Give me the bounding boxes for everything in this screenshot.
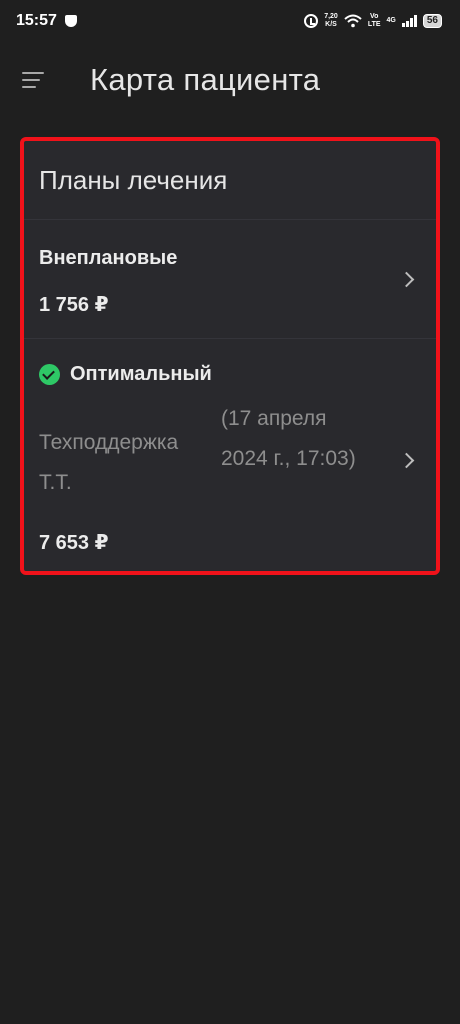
- page-title: Карта пациента: [90, 62, 321, 97]
- status-left: 15:57: [16, 12, 77, 30]
- shield-icon: [64, 15, 77, 27]
- network-type: 4G: [386, 17, 396, 24]
- plan-price: 7 653 ₽: [39, 532, 109, 554]
- plan-item-unplanned[interactable]: Внеплановые 1 756 ₽: [24, 220, 436, 339]
- volte-indicator: Vo LTE: [368, 13, 381, 29]
- app-bar: Карта пациента: [0, 42, 460, 118]
- plan-item-optimal[interactable]: Оптимальный Техподдержка Т.Т. (17 апреля…: [24, 339, 436, 571]
- signal-icon: [401, 15, 417, 27]
- menu-icon[interactable]: [14, 60, 54, 100]
- volte-bottom: LTE: [367, 21, 381, 28]
- net-speed: 7,20 K/S: [324, 13, 338, 29]
- plan-date: (17 апреля 2024 г., 17:03): [221, 407, 356, 470]
- treatment-plans-card: Планы лечения Внеплановые 1 756 ₽ Оптима…: [20, 137, 440, 575]
- alarm-icon: [304, 14, 319, 28]
- battery-icon: 56: [422, 14, 442, 28]
- net-speed-unit: K/S: [325, 21, 337, 28]
- wifi-icon: [344, 14, 362, 28]
- battery-level: 56: [426, 15, 438, 26]
- plan-name: Оптимальный: [70, 363, 212, 385]
- status-right: 7,20 K/S Vo LTE 4G 56: [304, 13, 442, 29]
- plan-name-row: Оптимальный: [39, 363, 212, 386]
- volte-top: Vo: [369, 13, 379, 20]
- card-title: Планы лечения: [39, 164, 228, 195]
- status-time: 15:57: [16, 12, 57, 29]
- chevron-right-icon: [398, 271, 415, 288]
- card-header: Планы лечения: [24, 141, 436, 220]
- plan-price: 1 756 ₽: [39, 294, 109, 316]
- plan-author: Техподдержка Т.Т.: [39, 431, 179, 494]
- plan-name: Внеплановые: [39, 247, 178, 269]
- check-circle-icon: [39, 364, 60, 385]
- status-bar: 15:57 7,20 K/S Vo LTE 4G 56: [0, 0, 460, 42]
- net-speed-value: 7,20: [324, 13, 338, 20]
- chevron-right-icon: [398, 452, 415, 469]
